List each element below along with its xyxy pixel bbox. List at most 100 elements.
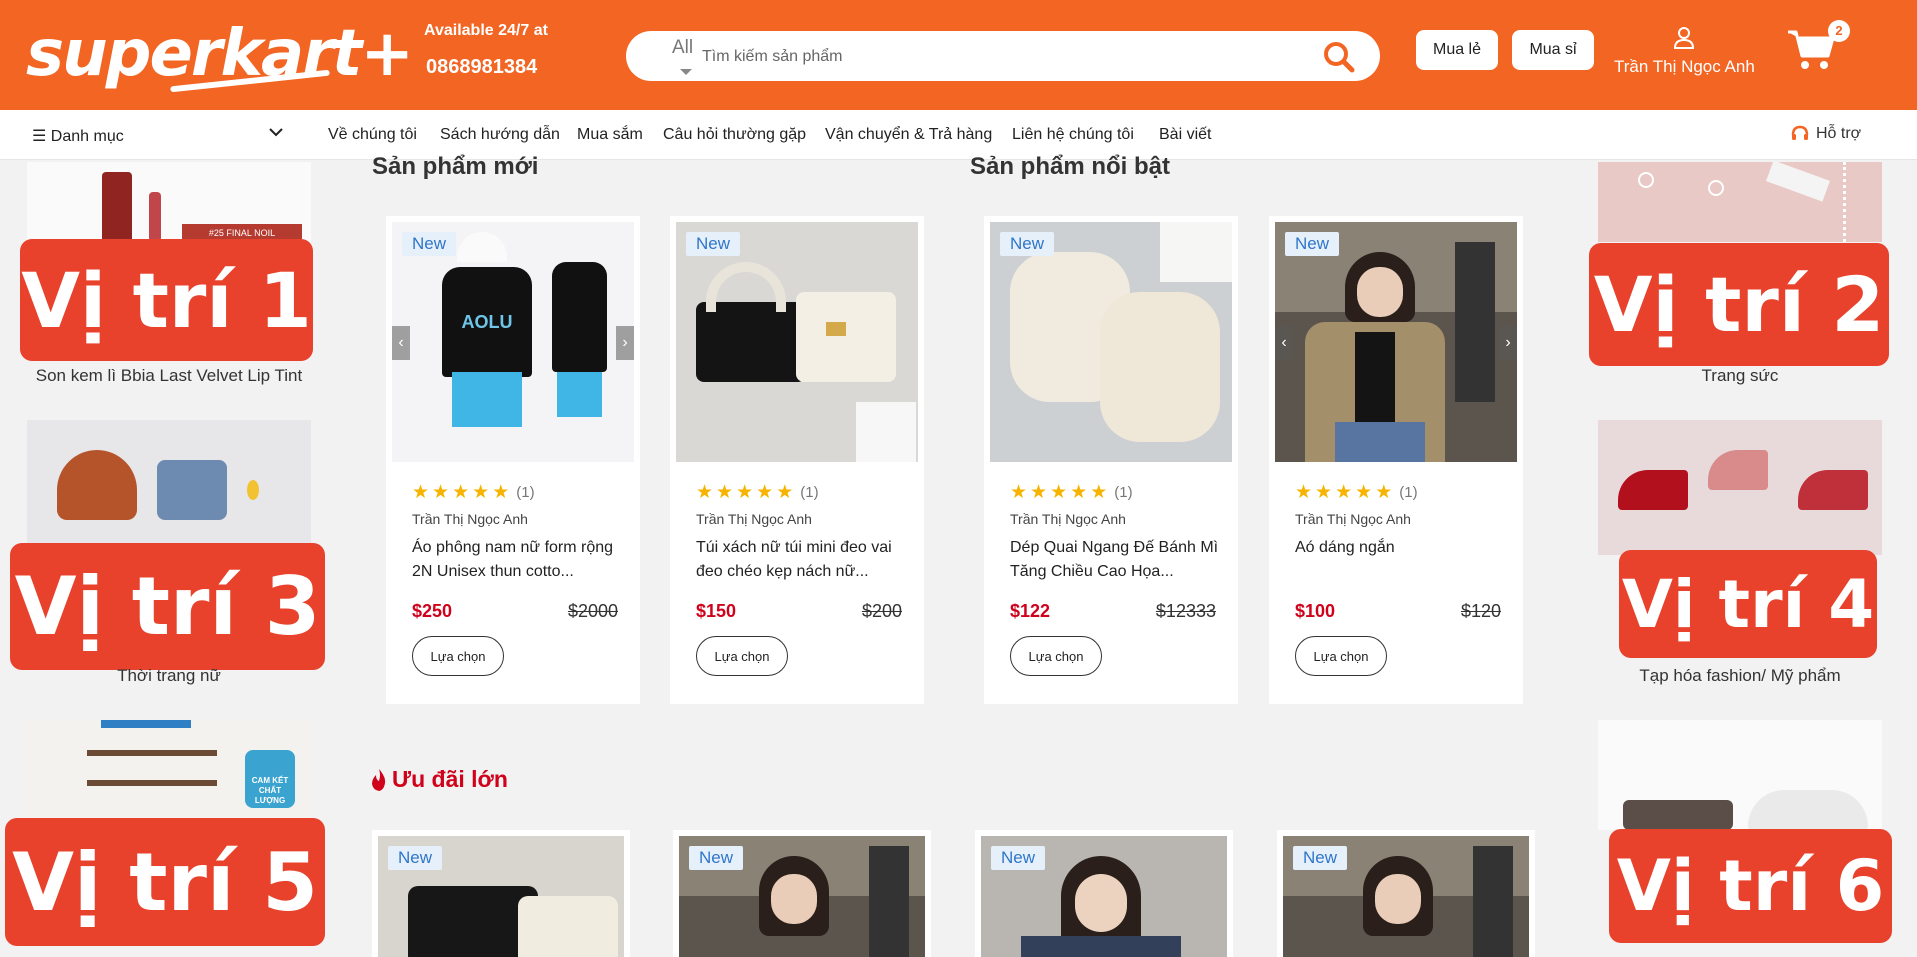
product-image[interactable]: New bbox=[990, 222, 1232, 462]
product-image[interactable]: New bbox=[676, 222, 918, 462]
nav-item-shipping[interactable]: Vận chuyển & Trả hàng bbox=[825, 126, 992, 144]
carousel-prev-icon[interactable]: ‹ bbox=[1275, 326, 1293, 360]
star-icon: ★ bbox=[1030, 482, 1048, 503]
star-icon: ★ bbox=[696, 482, 714, 503]
nav-item-blog[interactable]: Bài viết bbox=[1159, 126, 1211, 144]
original-price: $12333 bbox=[1155, 601, 1216, 621]
banner-label-2[interactable]: Trang sức bbox=[1595, 366, 1885, 386]
nav-item-faq[interactable]: Câu hỏi thường gặp bbox=[663, 126, 806, 144]
category-menu[interactable]: ☰ Danh mục bbox=[32, 126, 124, 146]
user-name[interactable]: Trần Thị Ngọc Anh bbox=[1614, 57, 1755, 77]
star-icon: ★ bbox=[1315, 482, 1333, 503]
choose-option-button[interactable]: Lựa chọn bbox=[412, 636, 504, 676]
search-icon[interactable] bbox=[1322, 40, 1356, 74]
seller-name[interactable]: Trần Thị Ngọc Anh bbox=[696, 511, 812, 527]
nav-item-contact[interactable]: Liên hệ chúng tôi bbox=[1012, 126, 1134, 144]
seller-name[interactable]: Trần Thị Ngọc Anh bbox=[1295, 511, 1411, 527]
carousel-next-icon[interactable]: › bbox=[616, 326, 634, 360]
banner-image-jewelry[interactable] bbox=[1598, 162, 1882, 242]
deal-image[interactable]: New bbox=[378, 836, 624, 957]
star-icon: ★ bbox=[756, 482, 774, 503]
logo[interactable]: superkart+ bbox=[26, 14, 414, 94]
product-card[interactable]: New ★ ★ ★ ★ ★ (1) Trần Thị Ngọc Anh Dép Quai… bbox=[984, 216, 1238, 704]
star-icon: ★ bbox=[1295, 482, 1313, 503]
chevron-down-icon[interactable] bbox=[268, 126, 284, 138]
deal-card[interactable]: New bbox=[1277, 830, 1535, 957]
star-icon: ★ bbox=[716, 482, 734, 503]
product-name[interactable]: Dép Quai Ngang Đế Bánh Mì Tăng Chiều Cao… bbox=[1010, 536, 1220, 584]
banner-image-women-fashion[interactable] bbox=[27, 420, 311, 545]
carousel-prev-icon[interactable]: ‹ bbox=[392, 326, 410, 360]
product-image[interactable]: AOLU ‹ › New bbox=[392, 222, 634, 462]
banner-image-appliances[interactable] bbox=[1598, 720, 1882, 830]
banner-label-1[interactable]: Son kem lì Bbia Last Velvet Lip Tint bbox=[20, 366, 318, 386]
star-icon: ★ bbox=[1375, 482, 1393, 503]
search-category-select[interactable]: All bbox=[672, 37, 693, 59]
product-card[interactable]: New ★ ★ ★ ★ ★ (1) Trần Thị Ngọc Anh Túi xách… bbox=[670, 216, 924, 704]
star-icon: ★ bbox=[412, 482, 430, 503]
position-tag-6: Vị trí 6 bbox=[1609, 829, 1892, 943]
position-tag-5: Vị trí 5 bbox=[5, 818, 325, 946]
choose-option-button[interactable]: Lựa chọn bbox=[1295, 636, 1387, 676]
sale-price: $150 bbox=[696, 601, 737, 621]
banner-image-lip-tint[interactable]: #25 FINAL NOIL bbox=[27, 162, 311, 242]
search-input[interactable] bbox=[702, 44, 1302, 70]
rating-count: (1) bbox=[1399, 484, 1418, 501]
rating-stars: ★ ★ ★ ★ ★ (1) bbox=[696, 483, 819, 502]
product-name[interactable]: Túi xách nữ túi mini đeo vai đeo chéo kẹ… bbox=[696, 536, 906, 584]
seller-name[interactable]: Trần Thị Ngọc Anh bbox=[412, 511, 528, 527]
nav-item-shopping[interactable]: Mua sắm bbox=[577, 126, 643, 144]
banner-label-4[interactable]: Tạp hóa fashion/ Mỹ phẩm bbox=[1595, 666, 1885, 686]
caret-down-icon[interactable] bbox=[680, 69, 692, 75]
choose-option-button[interactable]: Lựa chọn bbox=[696, 636, 788, 676]
new-badge: New bbox=[686, 232, 741, 256]
header-bar: superkart+ Available 24/7 at 0868981384 … bbox=[0, 0, 1917, 110]
star-icon: ★ bbox=[1010, 482, 1028, 503]
product-name[interactable]: Aó dáng ngắn bbox=[1295, 536, 1505, 584]
support-link[interactable]: Hỗ trợ bbox=[1790, 124, 1861, 144]
deal-card[interactable]: New bbox=[975, 830, 1233, 957]
section-title-featured-products: Sản phẩm nổi bật bbox=[970, 153, 1171, 180]
banner-label-3[interactable]: Thời trang nữ bbox=[20, 666, 318, 686]
user-icon[interactable] bbox=[1673, 26, 1695, 50]
position-tag-3: Vị trí 3 bbox=[10, 543, 325, 670]
banner-image-furniture[interactable]: CAM KẾT CHẤT LƯỢNG bbox=[27, 720, 311, 820]
star-icon: ★ bbox=[1335, 482, 1353, 503]
search-bar: All bbox=[626, 31, 1380, 81]
deal-image[interactable]: New bbox=[981, 836, 1227, 957]
deal-card[interactable]: New bbox=[372, 830, 630, 957]
deal-image[interactable]: New bbox=[1283, 836, 1529, 957]
banner-image-grocery-cosmetics[interactable] bbox=[1598, 420, 1882, 555]
nav-item-about[interactable]: Về chúng tôi bbox=[328, 126, 417, 144]
product-image[interactable]: ‹ › New bbox=[1275, 222, 1517, 462]
star-icon: ★ bbox=[452, 482, 470, 503]
original-price: $200 bbox=[861, 601, 902, 621]
deal-image[interactable]: New bbox=[679, 836, 925, 957]
nav-item-guide[interactable]: Sách hướng dẫn bbox=[440, 126, 560, 144]
choose-option-button[interactable]: Lựa chọn bbox=[1010, 636, 1102, 676]
rating-count: (1) bbox=[516, 484, 535, 501]
new-badge: New bbox=[1285, 232, 1340, 256]
star-icon: ★ bbox=[1090, 482, 1108, 503]
seller-name[interactable]: Trần Thị Ngọc Anh bbox=[1010, 511, 1126, 527]
wholesale-button[interactable]: Mua sỉ bbox=[1512, 30, 1594, 70]
new-badge: New bbox=[402, 232, 457, 256]
product-card[interactable]: AOLU ‹ › New ★ ★ ★ ★ ★ (1) Trần Thị Ngọc Anh… bbox=[386, 216, 640, 704]
position-tag-4: Vị trí 4 bbox=[1619, 550, 1877, 658]
deal-card[interactable]: New bbox=[673, 830, 931, 957]
position-tag-2: Vị trí 2 bbox=[1589, 243, 1889, 366]
original-price: $2000 bbox=[567, 601, 618, 621]
product-card[interactable]: ‹ › New ★ ★ ★ ★ ★ (1) Trần Thị Ngọc Anh Aó d… bbox=[1269, 216, 1523, 704]
retail-button[interactable]: Mua lẻ bbox=[1416, 30, 1498, 70]
new-badge: New bbox=[1000, 232, 1055, 256]
star-icon: ★ bbox=[432, 482, 450, 503]
availability-text: Available 24/7 at bbox=[424, 22, 548, 39]
sale-price: $100 bbox=[1295, 601, 1336, 621]
new-badge: New bbox=[1293, 846, 1348, 870]
product-name[interactable]: Áo phông nam nữ form rộng 2N Unisex thun… bbox=[412, 536, 622, 584]
new-badge: New bbox=[991, 846, 1046, 870]
sale-price: $122 bbox=[1010, 601, 1051, 621]
carousel-next-icon[interactable]: › bbox=[1499, 326, 1517, 360]
rating-stars: ★ ★ ★ ★ ★ (1) bbox=[1295, 483, 1418, 502]
hotline-number[interactable]: 0868981384 bbox=[426, 56, 537, 79]
